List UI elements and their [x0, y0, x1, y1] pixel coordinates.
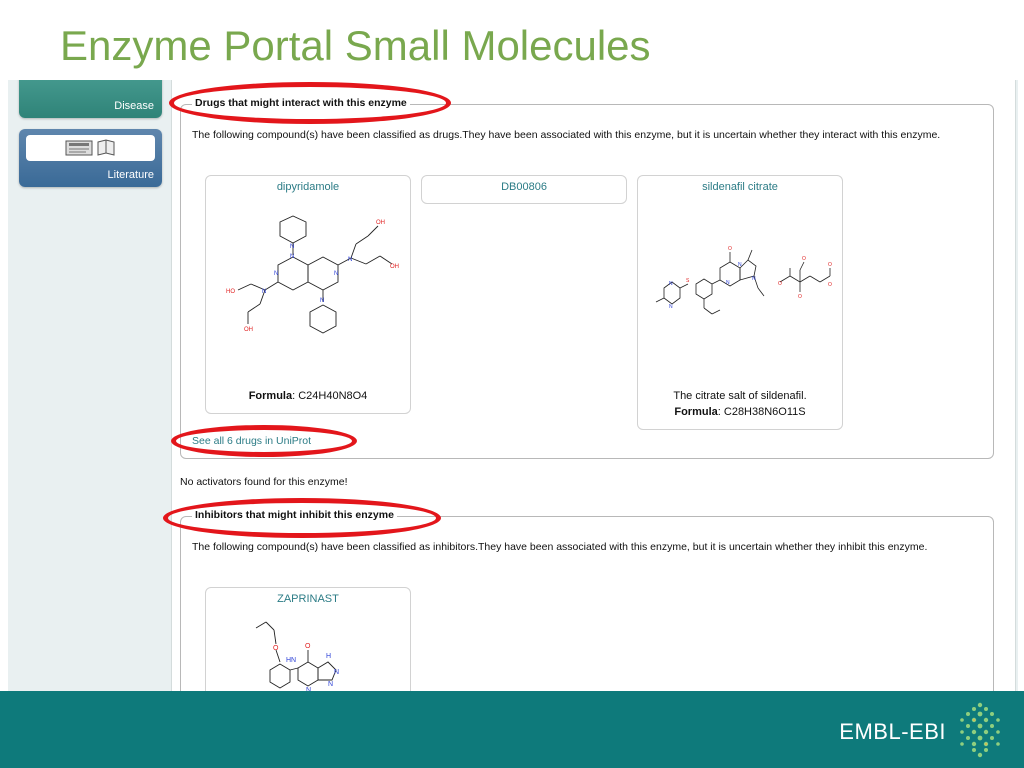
- svg-text:N: N: [320, 298, 324, 304]
- svg-text:O: O: [828, 282, 832, 288]
- svg-text:N: N: [334, 271, 338, 277]
- svg-text:O: O: [778, 281, 782, 287]
- svg-text:O: O: [728, 246, 732, 252]
- svg-text:N: N: [669, 281, 673, 287]
- svg-text:HO: HO: [226, 289, 235, 295]
- screenshot-area: Disease Literature Drugs that might inte…: [8, 80, 1018, 692]
- drug-card-db00806[interactable]: DB00806: [421, 175, 627, 204]
- svg-text:O: O: [798, 294, 802, 300]
- nav-disease-button[interactable]: Disease: [19, 80, 162, 118]
- svg-text:N: N: [290, 244, 294, 250]
- svg-text:H: H: [326, 653, 331, 660]
- svg-text:OH: OH: [376, 220, 385, 226]
- svg-text:N: N: [274, 271, 278, 277]
- drug-card-formula: Formula: C28H38N6O11S: [674, 406, 806, 418]
- sildenafil-citrate-structure: N N N N N S O O O O O O: [655, 246, 832, 315]
- drug-card-title[interactable]: sildenafil citrate: [638, 181, 842, 193]
- svg-text:N: N: [738, 262, 742, 268]
- inhibitor-card-title[interactable]: ZAPRINAST: [206, 593, 410, 605]
- nav-literature-label: Literature: [107, 169, 154, 181]
- drugs-section-description: The following compound(s) have been clas…: [192, 129, 941, 141]
- svg-text:O: O: [305, 643, 311, 650]
- drugs-section-legend: Drugs that might interact with this enzy…: [192, 97, 410, 109]
- inhibitors-section-description: The following compound(s) have been clas…: [192, 541, 928, 553]
- drug-card-note: The citrate salt of sildenafil.: [673, 390, 807, 402]
- svg-text:N: N: [348, 257, 352, 263]
- svg-text:N: N: [726, 280, 730, 286]
- drug-card-title[interactable]: DB00806: [422, 181, 626, 193]
- zaprinast-structure: O O HN H N N N: [255, 621, 339, 692]
- svg-text:N: N: [752, 276, 756, 282]
- svg-text:O: O: [273, 645, 279, 652]
- svg-text:S: S: [686, 278, 690, 284]
- svg-text:OH: OH: [390, 264, 399, 270]
- see-all-drugs-link[interactable]: See all 6 drugs in UniProt: [192, 435, 311, 447]
- inhibitors-section: Inhibitors that might inhibit this enzym…: [180, 509, 994, 692]
- svg-text:N: N: [334, 669, 339, 676]
- inhibitors-section-legend: Inhibitors that might inhibit this enzym…: [192, 509, 397, 521]
- drug-card-formula: Formula: C24H40N8O4: [248, 390, 368, 402]
- svg-text:O: O: [802, 256, 806, 262]
- svg-text:HN: HN: [286, 657, 296, 664]
- drug-card-title[interactable]: dipyridamole: [206, 181, 410, 193]
- footer-logo-text: EMBL-EBI: [839, 719, 946, 744]
- svg-text:N: N: [262, 289, 266, 295]
- svg-text:N: N: [328, 681, 333, 688]
- drug-card-dipyridamole[interactable]: dipyridamole N N N N N N N OH OH HO OH F…: [205, 175, 411, 414]
- inhibitor-card-zaprinast[interactable]: ZAPRINAST O O HN H N N: [205, 587, 411, 692]
- embl-ebi-logo-icon: [960, 702, 1000, 758]
- drugs-section: Drugs that might interact with this enzy…: [180, 97, 994, 459]
- dipyridamole-structure: NN NN NN N OH OH HO OH: [226, 215, 399, 334]
- nav-disease-label: Disease: [114, 100, 154, 112]
- svg-text:OH: OH: [244, 327, 253, 333]
- drug-card-sildenafil-citrate[interactable]: sildenafil citrate N N N N N S O O O O O…: [637, 175, 843, 430]
- svg-text:N: N: [290, 254, 294, 260]
- slide: Enzyme Portal Small Molecules Disease Li…: [0, 0, 1024, 768]
- literature-icon: [26, 135, 155, 161]
- footer-bar: EMBL-EBI: [0, 691, 1024, 768]
- nav-literature-button[interactable]: Literature: [19, 129, 162, 187]
- svg-text:N: N: [669, 304, 673, 310]
- slide-title: Enzyme Portal Small Molecules: [60, 22, 651, 69]
- no-activators-text: No activators found for this enzyme!: [180, 476, 348, 488]
- svg-text:O: O: [828, 262, 832, 268]
